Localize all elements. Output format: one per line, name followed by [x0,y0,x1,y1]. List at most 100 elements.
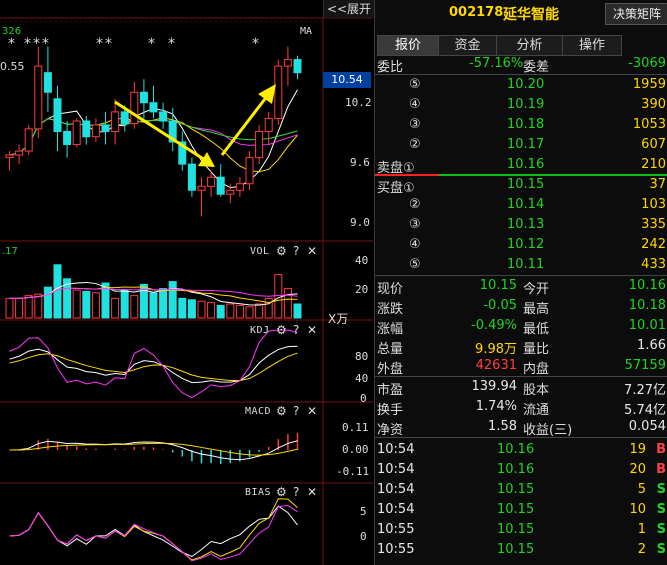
fundamental-value: 139.94 [471,379,518,394]
vol-title[interactable]: VOL [250,246,270,257]
kdj-title[interactable]: KDJ [250,325,270,336]
stat-label: 最高 [523,302,550,317]
volume-bar [24,295,33,319]
stat-row[interactable]: 涨幅 -0.49% 最低 10.01 [375,316,667,337]
stat-label: 总量 [377,342,404,357]
candle-body [274,65,283,119]
stat-label: 外盘 [377,362,404,377]
stat-value: 10.16 [628,278,666,293]
weicha-value: -3069 [628,56,666,71]
buy-order-row[interactable]: 买盘① 10.15 37 [375,175,667,196]
tick-side: S [656,482,666,497]
order-level-label: ③ [409,217,421,232]
volume-bar [168,281,177,319]
bias-title[interactable]: BIAS [245,487,271,498]
buy-orders: 买盘① 10.15 37 ② 10.14 103 ③ 10.13 335 ④ 10.12 242 ⑤ 10… [375,175,667,275]
sell-order-row[interactable]: ④ 10.19 390 [375,95,667,115]
stat-label: 今开 [523,282,550,297]
order-volume: 607 [641,137,666,152]
volume-bar [226,303,235,319]
order-level-label: ④ [409,97,421,112]
tab-analysis[interactable]: 分析 [496,35,563,56]
tick-time: 10:54 [377,462,415,477]
expand-button[interactable]: <<展开 [323,0,374,18]
tab-quote[interactable]: 报价 [377,35,439,56]
tick-row[interactable]: 10:55 10.15 1 S [375,520,667,540]
tick-list[interactable]: 10:54 10.16 19 B 10:54 10.16 20 B 10:54 10.15 5 S 10… [375,440,667,565]
tab-operation[interactable]: 操作 [562,35,622,56]
volume-bar [72,289,81,319]
stat-row[interactable]: 涨跌 -0.05 最高 10.18 [375,296,667,317]
order-volume: 242 [641,237,666,252]
volume-bar [111,297,120,319]
macd-gear-icon[interactable]: ⚙ [276,404,287,418]
vol-axis-label: 20 [355,283,369,296]
buy-order-row[interactable]: ⑤ 10.11 433 [375,255,667,275]
tick-row[interactable]: 10:55 10.15 2 S [375,540,667,560]
bias-gear-icon[interactable]: ⚙ [276,485,287,499]
fundamental-row[interactable]: 净资 1.58 收益(三) 0.054 [375,417,667,438]
divider [375,437,667,438]
vol-gear-icon[interactable]: ⚙ [276,244,287,258]
fundamental-label: 净资 [377,423,404,438]
vol-close-icon[interactable]: ✕ [307,244,317,258]
stat-value: 10.18 [628,298,666,313]
tick-row[interactable]: 10:54 10.16 19 B [375,440,667,460]
sell-order-row[interactable]: ② 10.17 607 [375,135,667,155]
sell-order-row[interactable]: 卖盘① 10.16 210 [375,155,667,176]
order-price: 10.14 [507,197,545,212]
tick-row[interactable]: 10:54 10.15 5 S [375,480,667,500]
tick-time: 10:55 [377,542,415,557]
tick-row[interactable]: 10:54 10.16 20 B [375,460,667,480]
vol-help-icon[interactable]: ? [293,244,299,258]
buy-order-row[interactable]: ③ 10.13 335 [375,215,667,235]
tick-row[interactable]: 10:54 10.15 10 S [375,500,667,520]
ma-label[interactable]: MA [300,26,312,37]
price-axis-label: 9.0 [350,216,370,229]
order-level-label: 买盘① [377,181,415,196]
volume-bar [159,288,168,319]
stat-value: 9.98万 [475,342,517,357]
macd-help-icon[interactable]: ? [293,404,299,418]
order-level-label: ② [409,137,421,152]
kline-chart-canvas[interactable] [0,0,373,565]
bias-help-icon[interactable]: ? [293,485,299,499]
stat-row[interactable]: 外盘 42631 内盘 57159 [375,356,667,377]
order-volume: 210 [641,157,666,172]
decision-matrix-button[interactable]: 决策矩阵 [605,3,667,25]
tick-price: 10.15 [497,482,535,497]
kline-chart-panel[interactable]: * *** ** * * * 326 MA <<展开 0.55 10.54 10… [0,0,374,565]
fundamental-row[interactable]: 换手 1.74% 流通 5.74亿 [375,397,667,418]
tab-funds[interactable]: 资金 [438,35,497,56]
price-stats: 现价 10.15 今开 10.16 涨跌 -0.05 最高 10.18 涨幅 -0.49% 最低 10… [375,276,667,377]
volume-bar [235,304,244,319]
tick-price: 10.15 [497,522,535,537]
kdj-gear-icon[interactable]: ⚙ [276,323,287,337]
volume-bar [255,303,264,319]
stat-label: 涨跌 [377,302,404,317]
macd-title[interactable]: MACD [245,406,271,417]
buy-order-row[interactable]: ④ 10.12 242 [375,235,667,255]
buy-order-row[interactable]: ② 10.14 103 [375,195,667,215]
fundamental-row[interactable]: 市盈 139.94 股本 7.27亿 [375,377,667,398]
candle-body [91,124,100,138]
sell-order-row[interactable]: ⑤ 10.20 1959 [375,75,667,95]
candle-body [226,189,235,195]
stat-row[interactable]: 总量 9.98万 量比 1.66 [375,336,667,357]
stat-value: 57159 [624,358,666,373]
volume-bar [82,290,91,319]
stat-row[interactable]: 现价 10.15 今开 10.16 [375,276,667,297]
tick-time: 10:55 [377,522,415,537]
macd-close-icon[interactable]: ✕ [307,404,317,418]
volume-bar [245,306,254,319]
candle-body [120,111,129,125]
weibi-label: 委比 [377,60,404,75]
tick-volume: 5 [637,482,646,497]
kdj-help-icon[interactable]: ? [293,323,299,337]
volume-bar [187,299,196,319]
kdj-close-icon[interactable]: ✕ [307,323,317,337]
sell-orders: ⑤ 10.20 1959 ④ 10.19 390 ③ 10.18 1053 ② 10.17 607 卖盘… [375,75,667,176]
bias-close-icon[interactable]: ✕ [307,485,317,499]
sell-order-row[interactable]: ③ 10.18 1053 [375,115,667,135]
tick-volume: 2 [637,542,646,557]
